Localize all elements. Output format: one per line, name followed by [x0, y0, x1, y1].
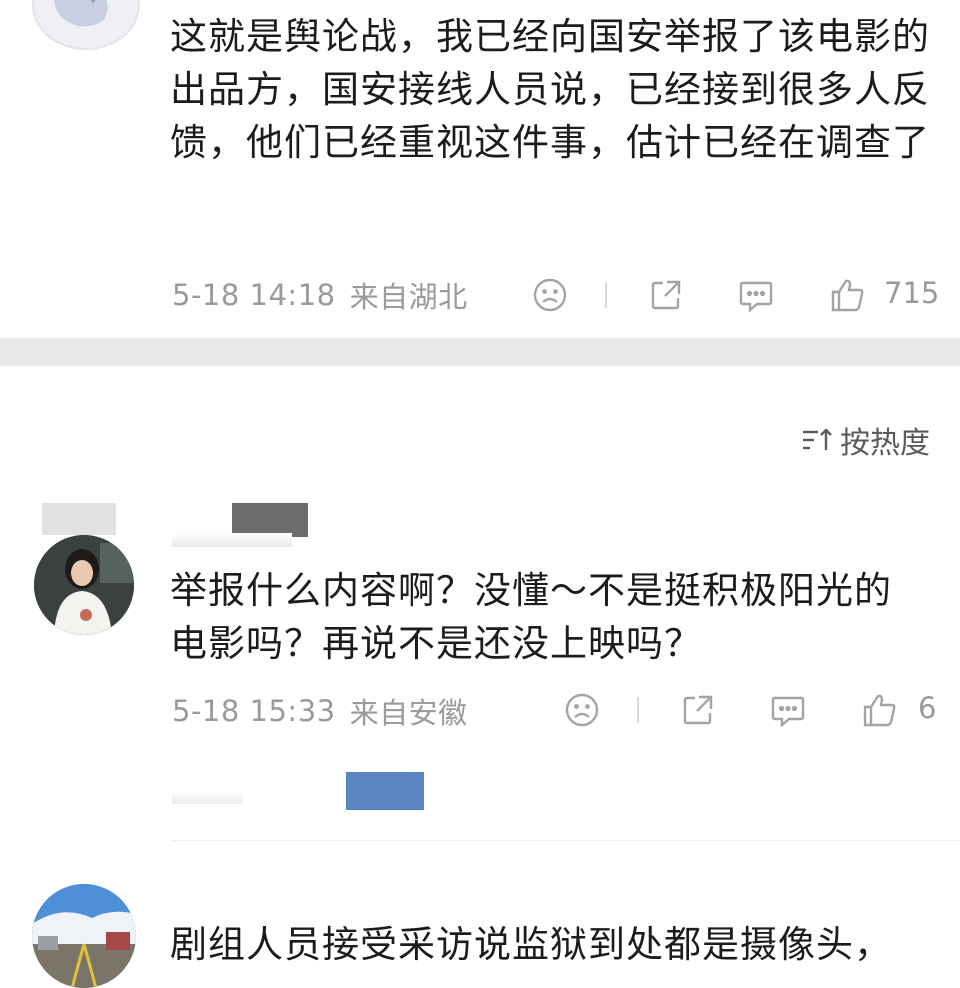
username-redacted — [42, 503, 116, 535]
comment-time: 5-18 15:33 — [172, 694, 336, 728]
thumbs-up-icon[interactable] — [828, 275, 868, 315]
avatar-image — [34, 535, 134, 635]
sort-label: 按热度 — [840, 426, 930, 461]
comment-text: 剧组人员接受采访说监狱到处都是摄像头， — [170, 923, 892, 966]
comment-time: 5-18 14:18 — [172, 278, 336, 312]
avatar[interactable] — [32, 884, 136, 988]
like-count: 6 — [918, 691, 937, 725]
reply-faded — [172, 790, 242, 804]
frown-icon[interactable] — [530, 277, 570, 313]
comment-meta: 5-18 15:33 来自安徽 — [172, 686, 468, 736]
comment-location: 来自安徽 — [349, 696, 468, 730]
comment-text: 这就是舆论战，我已经向国安举报了该电影的出品方，国安接线人员说，已经接到很多人反… — [170, 15, 930, 164]
reply-redacted — [346, 772, 424, 810]
frown-icon[interactable] — [562, 692, 602, 728]
avatar[interactable] — [32, 0, 140, 50]
share-icon[interactable] — [678, 692, 718, 728]
username-faded — [172, 533, 292, 547]
comment-location: 来自湖北 — [349, 280, 468, 314]
comment-separator — [172, 840, 960, 841]
comment-meta: 5-18 14:18 来自湖北 — [172, 270, 468, 320]
section-divider — [0, 338, 960, 366]
avatar-image — [32, 884, 136, 988]
sort-button[interactable]: 按热度 — [800, 418, 930, 462]
separator — [605, 282, 607, 308]
like-count: 715 — [884, 276, 940, 310]
thumbs-up-icon[interactable] — [860, 690, 900, 730]
sort-icon — [803, 428, 832, 450]
avatar[interactable] — [34, 535, 134, 635]
comment-text: 举报什么内容啊？没懂～不是挺积极阳光的电影吗？再说不是还没上映吗？ — [170, 569, 892, 665]
comment-icon[interactable] — [768, 692, 808, 728]
separator — [637, 697, 639, 723]
username-redacted — [232, 503, 308, 537]
comment-icon[interactable] — [736, 277, 776, 313]
avatar-image — [54, 0, 108, 27]
share-icon[interactable] — [646, 277, 686, 313]
